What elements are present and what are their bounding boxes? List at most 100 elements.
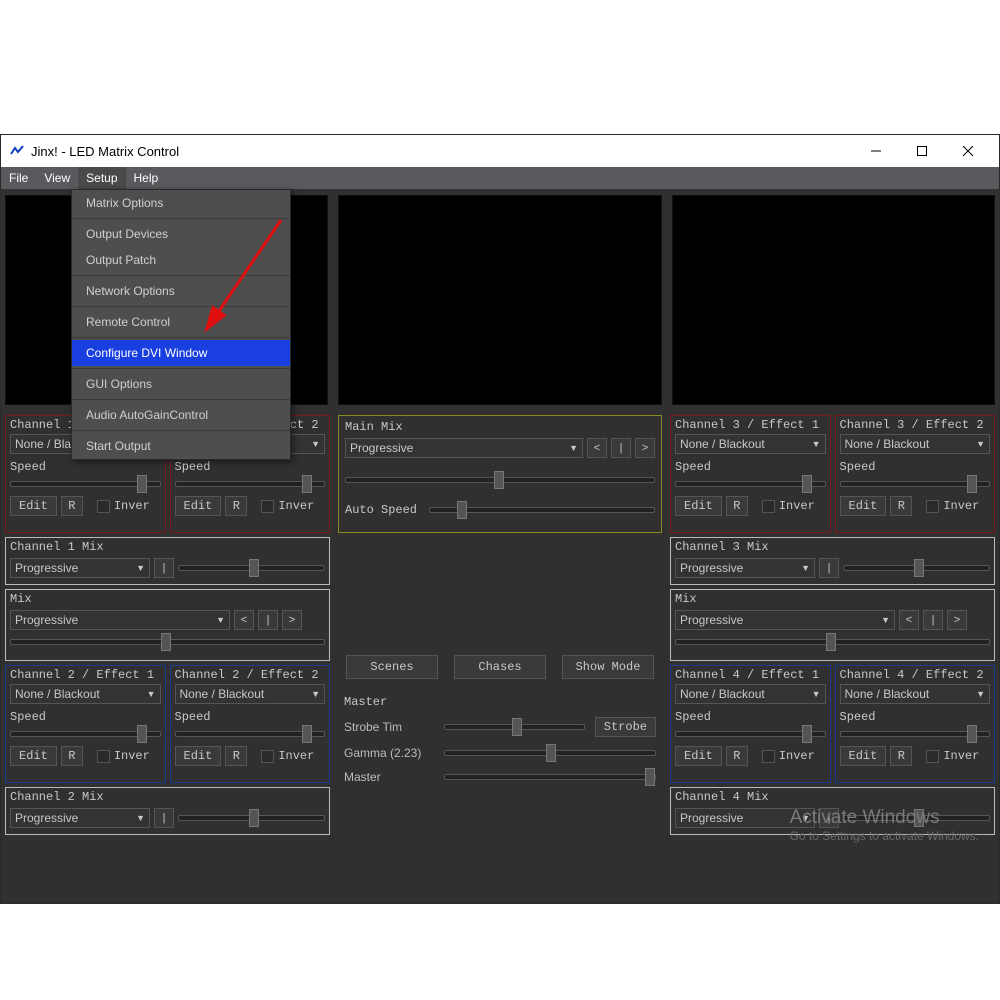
ch4mix-slider[interactable] (843, 810, 990, 826)
menu-view[interactable]: View (36, 167, 78, 189)
ch3e2-speed[interactable] (840, 476, 991, 492)
ch1e2-r[interactable]: R (225, 496, 247, 516)
app-icon (9, 143, 25, 159)
ch1e1-speed-slider[interactable] (10, 476, 161, 492)
scenes-button[interactable]: Scenes (346, 655, 438, 679)
ch3mix-slider[interactable] (843, 560, 990, 576)
ch3mix-pipe[interactable]: | (819, 558, 839, 578)
ch3e1-inv[interactable] (762, 500, 775, 513)
ch4e1-edit[interactable]: Edit (675, 746, 722, 766)
showmode-button[interactable]: Show Mode (562, 655, 654, 679)
ch1e2-edit[interactable]: Edit (175, 496, 222, 516)
ch4-mix: Channel 4 Mix Progressive▼ | (670, 787, 995, 835)
rightmix-pipe[interactable]: | (923, 610, 943, 630)
ch3e1-r[interactable]: R (726, 496, 748, 516)
ch2e2-select[interactable]: None / Blackout▼ (175, 684, 326, 704)
master-slider[interactable] (444, 769, 656, 785)
minimize-button[interactable] (853, 135, 899, 167)
dd-audio-agc[interactable]: Audio AutoGainControl (72, 402, 290, 428)
ch2e1-select[interactable]: None / Blackout▼ (10, 684, 161, 704)
leftmix-select[interactable]: Progressive▼ (10, 610, 230, 630)
menu-setup[interactable]: Setup (78, 167, 125, 189)
setup-dropdown: Matrix Options Output Devices Output Pat… (71, 189, 291, 460)
dd-configure-dvi[interactable]: Configure DVI Window (72, 340, 290, 366)
ch3e2-inv[interactable] (926, 500, 939, 513)
ch2e2-r[interactable]: R (225, 746, 247, 766)
ch4e1-inv[interactable] (762, 750, 775, 763)
menu-help[interactable]: Help (126, 167, 167, 189)
ch4mix-pipe[interactable]: | (819, 808, 839, 828)
ch2e2-edit[interactable]: Edit (175, 746, 222, 766)
ch2e1-edit[interactable]: Edit (10, 746, 57, 766)
ch4mix-select[interactable]: Progressive▼ (675, 808, 815, 828)
dd-gui-options[interactable]: GUI Options (72, 371, 290, 397)
ch3e1-select[interactable]: None / Blackout▼ (675, 434, 826, 454)
left-mix: Mix Progressive▼ < | > (5, 589, 330, 661)
rightmix-select[interactable]: Progressive▼ (675, 610, 895, 630)
menu-bar: File View Setup Help (1, 167, 999, 189)
rightmix-prev[interactable]: < (899, 610, 919, 630)
ch1e1-invert-check[interactable] (97, 500, 110, 513)
ch2e2-inv[interactable] (261, 750, 274, 763)
mainmix-select[interactable]: Progressive▼ (345, 438, 583, 458)
ch4e2-select[interactable]: None / Blackout▼ (840, 684, 991, 704)
rightmix-slider[interactable] (675, 634, 990, 650)
mainmix-next[interactable]: > (635, 438, 655, 458)
chases-button[interactable]: Chases (454, 655, 546, 679)
ch3mix-select[interactable]: Progressive▼ (675, 558, 815, 578)
ch3e2-select[interactable]: None / Blackout▼ (840, 434, 991, 454)
ch4e1-select[interactable]: None / Blackout▼ (675, 684, 826, 704)
ch2mix-select[interactable]: Progressive▼ (10, 808, 150, 828)
ch4e1-speed[interactable] (675, 726, 826, 742)
ch2e1-speed[interactable] (10, 726, 161, 742)
ch1mix-slider[interactable] (178, 560, 325, 576)
ch3e1-speed[interactable] (675, 476, 826, 492)
speed-label: Speed (10, 460, 161, 474)
mainmix-pipe[interactable]: | (611, 438, 631, 458)
ch3-effect2: Channel 3 / Effect 2 None / Blackout▼ Sp… (835, 415, 996, 533)
leftmix-prev[interactable]: < (234, 610, 254, 630)
ch1e1-r[interactable]: R (61, 496, 83, 516)
ch1mix-pipe[interactable]: | (154, 558, 174, 578)
leftmix-next[interactable]: > (282, 610, 302, 630)
strobe-slider[interactable] (444, 719, 585, 735)
ch2e1-inv[interactable] (97, 750, 110, 763)
ch4-effect2: Channel 4 / Effect 2 None / Blackout▼ Sp… (835, 665, 996, 783)
menu-file[interactable]: File (1, 167, 36, 189)
ch4e2-inv[interactable] (926, 750, 939, 763)
dd-start-output[interactable]: Start Output (72, 433, 290, 459)
ch2mix-slider[interactable] (178, 810, 325, 826)
maximize-button[interactable] (899, 135, 945, 167)
preview-right (672, 195, 995, 405)
dd-remote-control[interactable]: Remote Control (72, 309, 290, 335)
leftmix-pipe[interactable]: | (258, 610, 278, 630)
dd-network-options[interactable]: Network Options (72, 278, 290, 304)
leftmix-slider[interactable] (10, 634, 325, 650)
ch2e1-r[interactable]: R (61, 746, 83, 766)
ch3e1-edit[interactable]: Edit (675, 496, 722, 516)
ch2e2-speed[interactable] (175, 726, 326, 742)
gamma-slider[interactable] (444, 745, 656, 761)
mainmix-slider[interactable] (345, 472, 655, 488)
ch1e2-invert-check[interactable] (261, 500, 274, 513)
ch4e2-speed[interactable] (840, 726, 991, 742)
title-bar: Jinx! - LED Matrix Control (1, 135, 999, 167)
mainmix-prev[interactable]: < (587, 438, 607, 458)
dd-output-patch[interactable]: Output Patch (72, 247, 290, 273)
ch3e2-r[interactable]: R (890, 496, 912, 516)
strobe-button[interactable]: Strobe (595, 717, 656, 737)
ch1e2-speed-slider[interactable] (175, 476, 326, 492)
ch1e1-edit[interactable]: Edit (10, 496, 57, 516)
ch1mix-select[interactable]: Progressive▼ (10, 558, 150, 578)
ch4e2-edit[interactable]: Edit (840, 746, 887, 766)
close-button[interactable] (945, 135, 991, 167)
ch2mix-pipe[interactable]: | (154, 808, 174, 828)
ch4e2-r[interactable]: R (890, 746, 912, 766)
rightmix-next[interactable]: > (947, 610, 967, 630)
ch3e2-edit[interactable]: Edit (840, 496, 887, 516)
dd-output-devices[interactable]: Output Devices (72, 221, 290, 247)
autospeed-slider[interactable] (429, 502, 655, 518)
dd-matrix-options[interactable]: Matrix Options (72, 190, 290, 216)
ch1-mix: Channel 1 Mix Progressive▼ | (5, 537, 330, 585)
ch4e1-r[interactable]: R (726, 746, 748, 766)
